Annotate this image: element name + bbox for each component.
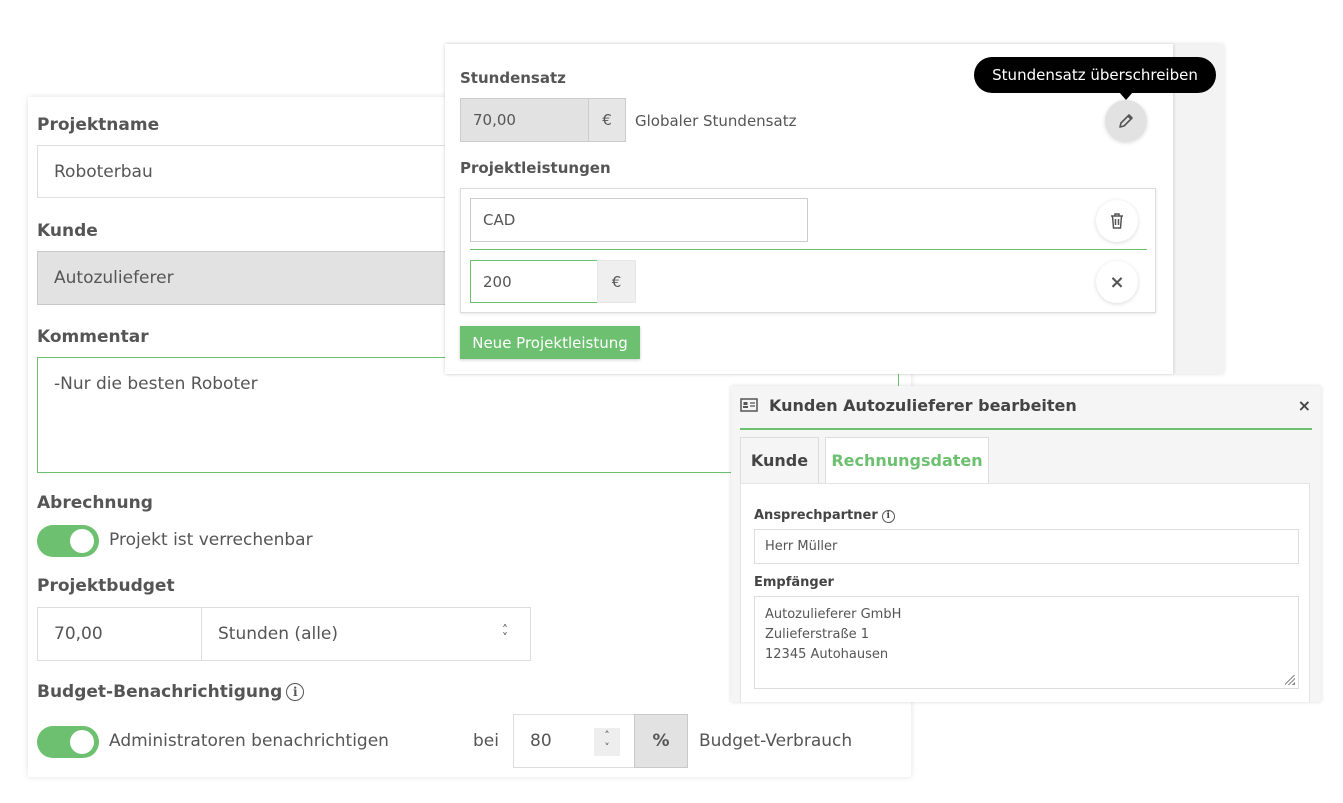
delete-service-button[interactable] [1096, 200, 1138, 242]
dialog-title: Kunden Autozulieferer bearbeiten [769, 396, 1077, 415]
info-icon[interactable]: i [881, 509, 895, 523]
contact-input[interactable]: Herr Müller [754, 529, 1299, 564]
tab-rechnungsdaten[interactable]: Rechnungsdaten [825, 437, 989, 483]
contact-card-icon [740, 398, 758, 412]
override-rate-button[interactable] [1105, 100, 1147, 142]
notify-label: Budget-Benachrichtigung i [37, 682, 305, 702]
cancel-service-button[interactable]: × [1096, 261, 1138, 303]
new-service-button[interactable]: Neue Projektleistung [460, 326, 640, 359]
billing-data-panel: Ansprechpartner i Herr Müller Empfänger A… [740, 483, 1310, 702]
budget-input[interactable]: 70,00 [37, 607, 202, 661]
billable-toggle[interactable] [37, 525, 99, 557]
budget-type-select[interactable]: Stunden (alle) ˄ ˅ [201, 607, 531, 661]
dialog-close-button[interactable]: × [1298, 396, 1311, 415]
close-icon: × [1109, 271, 1125, 293]
customer-dialog: Kunden Autozulieferer bearbeiten × Kunde… [731, 386, 1321, 702]
override-rate-tooltip: Stundensatz überschreiben [974, 57, 1216, 100]
select-arrows-icon: ˄ ˅ [502, 623, 508, 645]
tab-kunde[interactable]: Kunde [740, 437, 819, 483]
rate-hint: Globaler Stundensatz [635, 112, 797, 130]
budget-type-value: Stunden (alle) [218, 624, 339, 644]
contact-label: Ansprechpartner i [754, 508, 895, 523]
recipient-line: Autozulieferer GmbH [765, 607, 902, 622]
notify-toggle-label: Administratoren benachrichtigen [109, 731, 389, 751]
notify-suffix: Budget-Verbrauch [699, 731, 853, 751]
recipient-line: 12345 Autohausen [765, 647, 889, 662]
billable-toggle-label: Projekt ist verrechenbar [109, 530, 313, 550]
notify-toggle[interactable] [37, 726, 99, 758]
notify-at-label: bei [473, 731, 499, 751]
customer-label: Kunde [37, 221, 98, 241]
recipient-line: Zulieferstraße 1 [765, 627, 870, 642]
notify-percent-value: 80 [530, 731, 552, 751]
service-item: CAD 200 € × [460, 188, 1156, 313]
notify-label-text: Budget-Benachrichtigung [37, 682, 283, 702]
service-divider [470, 249, 1147, 250]
services-label: Projektleistungen [460, 159, 611, 177]
project-name-label: Projektname [37, 115, 160, 135]
service-currency-addon: € [597, 260, 636, 303]
recipient-textarea[interactable]: Autozulieferer GmbH Zulieferstraße 1 123… [754, 596, 1299, 689]
service-price-input[interactable]: 200 [470, 260, 598, 303]
service-name-input[interactable]: CAD [470, 198, 808, 242]
contact-label-text: Ansprechpartner [754, 508, 878, 523]
percent-addon: % [634, 714, 688, 768]
rate-input: 70,00 [460, 98, 590, 142]
billing-label: Abrechnung [37, 493, 153, 513]
budget-label: Projektbudget [37, 576, 175, 596]
rate-panel: Stundensatz 70,00 € Globaler Stundensatz… [445, 44, 1173, 374]
rate-label: Stundensatz [460, 69, 566, 87]
resize-handle[interactable] [1285, 675, 1295, 685]
pencil-icon [1119, 114, 1133, 128]
notify-percent-input[interactable]: 80 ˄ ˅ [513, 714, 636, 768]
number-spinner-icon[interactable]: ˄ ˅ [594, 728, 620, 756]
rate-currency-addon: € [588, 98, 626, 142]
trash-icon [1111, 213, 1123, 229]
comment-label: Kommentar [37, 327, 149, 347]
recipient-label: Empfänger [754, 575, 834, 590]
info-icon[interactable]: i [286, 683, 305, 701]
dialog-title-rule [740, 428, 1312, 430]
